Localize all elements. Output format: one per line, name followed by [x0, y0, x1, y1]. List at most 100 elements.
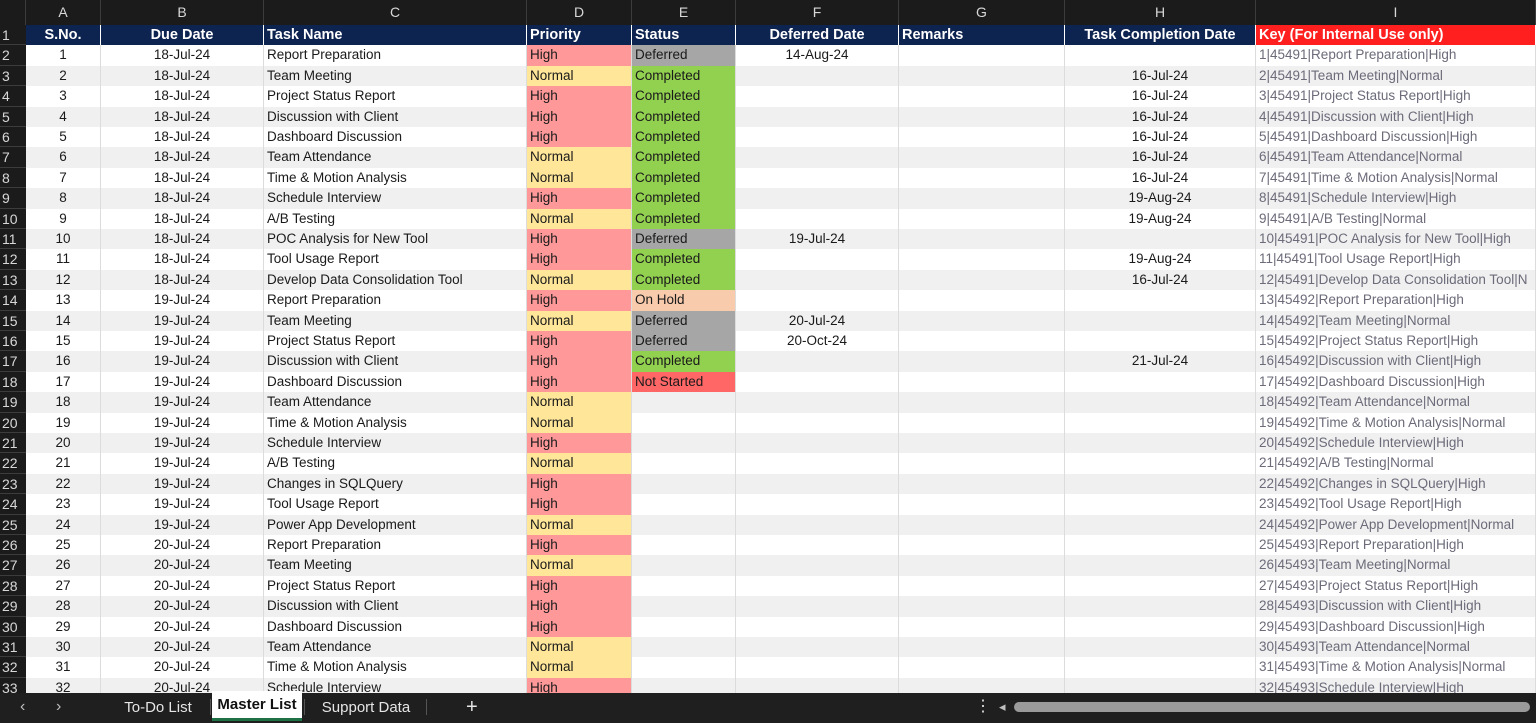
cell-status[interactable]: Completed [632, 351, 736, 372]
cell-task[interactable]: Tool Usage Report [264, 249, 527, 270]
cell-task[interactable]: A/B Testing [264, 208, 527, 229]
cell-key[interactable]: 1|45491|Report Preparation|High [1256, 45, 1536, 66]
column-header-f[interactable]: F [736, 0, 899, 25]
column-header-c[interactable]: C [264, 0, 527, 25]
row-number[interactable]: 1 [0, 25, 26, 46]
cell-completion[interactable]: 16-Jul-24 [1065, 65, 1256, 87]
cell-task[interactable]: Schedule Interview [264, 188, 527, 209]
cell-due[interactable]: 18-Jul-24 [101, 249, 264, 270]
cell-key[interactable]: 31|45493|Time & Motion Analysis|Normal [1256, 657, 1536, 678]
cell-due[interactable]: 19-Jul-24 [101, 412, 264, 433]
column-header-a[interactable]: A [26, 0, 101, 25]
cell-key[interactable]: 23|45492|Tool Usage Report|High [1256, 494, 1536, 515]
cell-deferred[interactable] [736, 453, 899, 474]
row-number[interactable]: 18 [0, 371, 26, 393]
header-key[interactable]: Key (For Internal Use only) [1256, 25, 1536, 46]
cell-due[interactable]: 20-Jul-24 [101, 637, 264, 658]
cell-sno[interactable]: 12 [26, 269, 101, 291]
row-number[interactable]: 30 [0, 616, 26, 637]
cell-status[interactable] [632, 473, 736, 495]
header-priority[interactable]: Priority [527, 25, 632, 46]
cell-sno[interactable]: 25 [26, 535, 101, 556]
cell-completion[interactable] [1065, 473, 1256, 495]
cell-remarks[interactable] [899, 535, 1065, 556]
cell-completion[interactable]: 16-Jul-24 [1065, 106, 1256, 127]
cell-task[interactable]: Changes in SQLQuery [264, 473, 527, 495]
cell-priority[interactable]: Normal [527, 514, 632, 535]
row-number[interactable]: 29 [0, 596, 26, 617]
cell-task[interactable]: Schedule Interview [264, 677, 527, 693]
cell-task[interactable]: Report Preparation [264, 290, 527, 311]
cell-due[interactable]: 18-Jul-24 [101, 86, 264, 107]
cell-completion[interactable] [1065, 290, 1256, 311]
cell-deferred[interactable] [736, 371, 899, 393]
cell-status[interactable] [632, 616, 736, 637]
cell-key[interactable]: 3|45491|Project Status Report|High [1256, 86, 1536, 107]
cell-due[interactable]: 20-Jul-24 [101, 535, 264, 556]
cell-deferred[interactable] [736, 392, 899, 413]
cell-priority[interactable]: High [527, 127, 632, 148]
cell-deferred[interactable] [736, 412, 899, 433]
header-completion[interactable]: Task Completion Date [1065, 25, 1256, 46]
scroll-left-icon[interactable]: ◂ [999, 693, 1006, 721]
cell-remarks[interactable] [899, 657, 1065, 678]
cell-due[interactable]: 20-Jul-24 [101, 575, 264, 597]
cell-key[interactable]: 28|45493|Discussion with Client|High [1256, 596, 1536, 617]
cell-priority[interactable]: High [527, 290, 632, 311]
cell-key[interactable]: 25|45493|Report Preparation|High [1256, 535, 1536, 556]
cell-due[interactable]: 20-Jul-24 [101, 555, 264, 576]
cell-completion[interactable] [1065, 514, 1256, 535]
cell-due[interactable]: 19-Jul-24 [101, 290, 264, 311]
cell-deferred[interactable] [736, 657, 899, 678]
cell-sno[interactable]: 7 [26, 167, 101, 189]
cell-task[interactable]: A/B Testing [264, 453, 527, 474]
cell-status[interactable] [632, 494, 736, 515]
column-header-g[interactable]: G [899, 0, 1065, 25]
cell-remarks[interactable] [899, 555, 1065, 576]
cell-priority[interactable]: Normal [527, 657, 632, 678]
row-number[interactable]: 33 [0, 677, 26, 693]
cell-sno[interactable]: 17 [26, 371, 101, 393]
header-remarks[interactable]: Remarks [899, 25, 1065, 46]
cell-completion[interactable]: 16-Jul-24 [1065, 147, 1256, 168]
cell-key[interactable]: 8|45491|Schedule Interview|High [1256, 188, 1536, 209]
cell-key[interactable]: 17|45492|Dashboard Discussion|High [1256, 371, 1536, 393]
cell-status[interactable] [632, 514, 736, 535]
cell-key[interactable]: 10|45491|POC Analysis for New Tool|High [1256, 229, 1536, 250]
cell-deferred[interactable] [736, 290, 899, 311]
cell-deferred[interactable] [736, 575, 899, 597]
cell-sno[interactable]: 21 [26, 453, 101, 474]
cell-task[interactable]: Team Meeting [264, 555, 527, 576]
cell-sno[interactable]: 20 [26, 433, 101, 454]
cell-remarks[interactable] [899, 514, 1065, 535]
cell-task[interactable]: Power App Development [264, 514, 527, 535]
cell-due[interactable]: 18-Jul-24 [101, 167, 264, 189]
cell-sno[interactable]: 9 [26, 208, 101, 229]
cell-deferred[interactable] [736, 535, 899, 556]
cell-deferred[interactable] [736, 188, 899, 209]
cell-completion[interactable] [1065, 371, 1256, 393]
cell-key[interactable]: 24|45492|Power App Development|Normal [1256, 514, 1536, 535]
row-number[interactable]: 5 [0, 106, 26, 127]
cell-due[interactable]: 18-Jul-24 [101, 208, 264, 229]
cell-priority[interactable]: High [527, 677, 632, 693]
cell-key[interactable]: 29|45493|Dashboard Discussion|High [1256, 616, 1536, 637]
row-number[interactable]: 15 [0, 310, 26, 331]
row-number[interactable]: 4 [0, 86, 26, 107]
row-number[interactable]: 2 [0, 45, 26, 66]
cell-deferred[interactable] [736, 86, 899, 107]
cell-completion[interactable]: 19-Aug-24 [1065, 208, 1256, 229]
cell-task[interactable]: Team Attendance [264, 637, 527, 658]
cell-due[interactable]: 18-Jul-24 [101, 106, 264, 127]
cell-priority[interactable]: Normal [527, 412, 632, 433]
cell-task[interactable]: Develop Data Consolidation Tool [264, 269, 527, 291]
cell-sno[interactable]: 5 [26, 127, 101, 148]
cell-remarks[interactable] [899, 167, 1065, 189]
cell-status[interactable] [632, 677, 736, 693]
tab-master-list[interactable]: Master List [212, 691, 302, 721]
spreadsheet-grid[interactable]: ABCDEFGHI 1 S.No. Due Date Task Name Priorit… [0, 0, 1536, 693]
cell-remarks[interactable] [899, 637, 1065, 658]
cell-completion[interactable] [1065, 494, 1256, 515]
cell-due[interactable]: 19-Jul-24 [101, 371, 264, 393]
cell-task[interactable]: Report Preparation [264, 535, 527, 556]
